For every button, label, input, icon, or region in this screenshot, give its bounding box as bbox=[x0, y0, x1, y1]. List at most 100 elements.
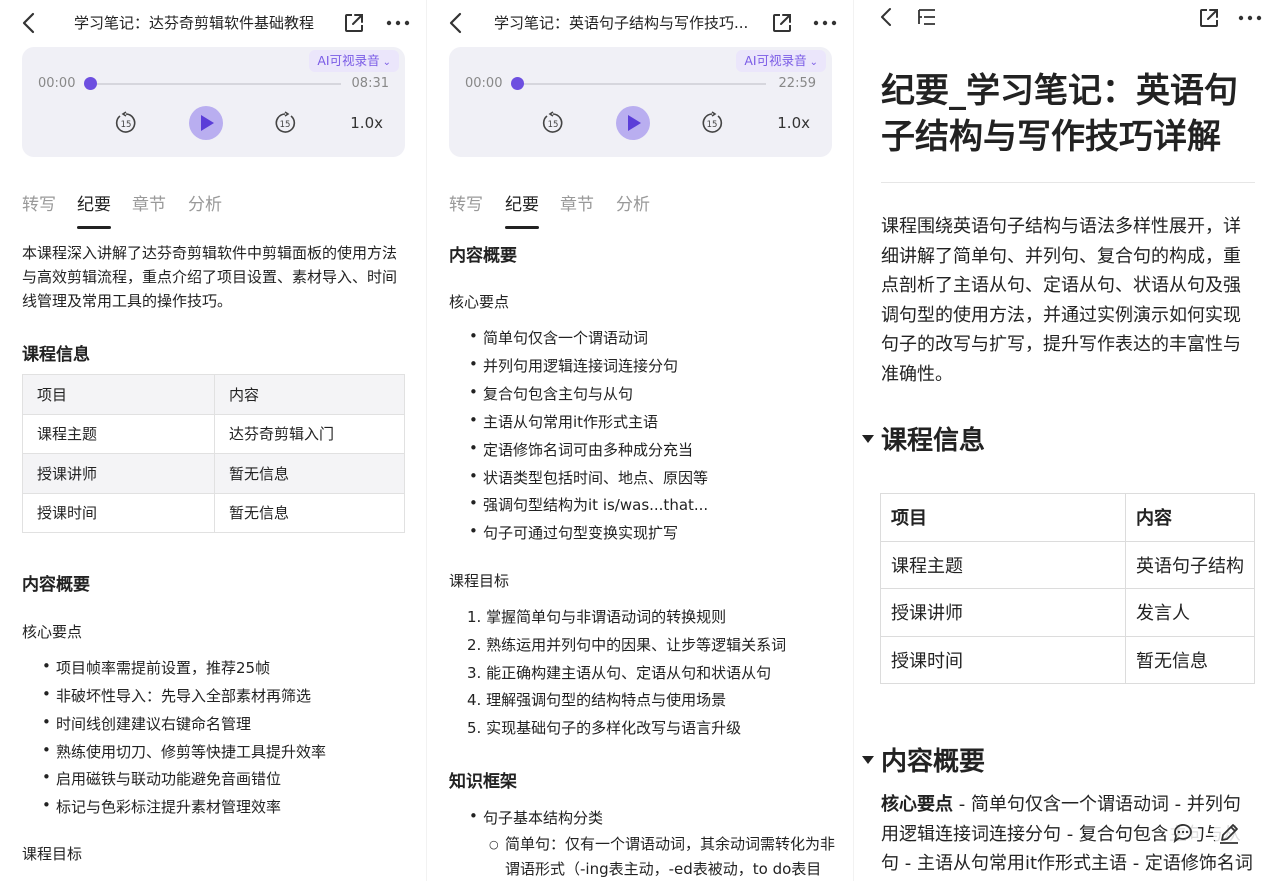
sub-list-item: 简单句：仅有一个谓语动词，其余动词需转化为非谓语形式（-ing表主动，-ed表被… bbox=[489, 832, 835, 881]
comment-icon[interactable] bbox=[1166, 816, 1200, 850]
tab-transcript[interactable]: 转写 bbox=[449, 190, 483, 215]
table-cell: 内容 bbox=[1125, 493, 1255, 542]
forward-15-icon[interactable]: 15 bbox=[700, 111, 724, 135]
list-item: 简单句仅含一个谓语动词 bbox=[469, 327, 648, 348]
tab-analysis[interactable]: 分析 bbox=[616, 190, 650, 215]
active-tab-indicator bbox=[505, 226, 539, 229]
tab-analysis[interactable]: 分析 bbox=[188, 190, 222, 215]
collapse-caret-icon[interactable] bbox=[862, 756, 874, 764]
course-info-heading: 课程信息 bbox=[881, 426, 986, 456]
list-item: 主语从句常用it作形式主语 bbox=[469, 411, 658, 432]
chevron-down-icon: ⌄ bbox=[382, 57, 391, 68]
play-icon bbox=[628, 115, 641, 131]
summary-text: 本课程深入讲解了达芬奇剪辑软件中剪辑面板的使用方法与高效剪辑流程，重点介绍了项目… bbox=[22, 244, 398, 310]
progress-knob[interactable] bbox=[511, 77, 524, 90]
collapse-caret-icon[interactable] bbox=[862, 435, 874, 443]
progress-track[interactable] bbox=[511, 77, 766, 90]
outline-icon[interactable] bbox=[916, 6, 938, 28]
back-icon[interactable] bbox=[20, 11, 36, 35]
list-item: 强调句型结构为it is/was...that... bbox=[469, 494, 708, 515]
page-title: 学习笔记：英语句子结构与写作技巧... bbox=[494, 14, 749, 32]
table-row: 项目 内容 bbox=[22, 374, 405, 415]
course-info-heading: 课程信息 bbox=[22, 345, 90, 365]
table-row: 项目 内容 bbox=[880, 493, 1255, 542]
progress-track[interactable] bbox=[84, 77, 341, 90]
ordered-list-item: 3. 能正确构建主语从句、定语从句和状语从句 bbox=[467, 664, 772, 682]
play-button[interactable] bbox=[189, 106, 223, 140]
table-cell: 授课讲师 bbox=[22, 453, 215, 494]
ai-visual-recording-tag[interactable]: AI可视录音 ⌄ bbox=[309, 50, 399, 72]
summary-paragraph: 本课程深入讲解了达芬奇剪辑软件中剪辑面板的使用方法与高效剪辑流程，重点介绍了项目… bbox=[22, 241, 406, 313]
framework-heading: 知识框架 bbox=[449, 772, 517, 792]
panel-course-notes-english: 学习笔记：英语句子结构与写作技巧... AI可视录音 ⌄ 00:00 22:59 … bbox=[426, 0, 853, 881]
table-cell: 项目 bbox=[880, 493, 1126, 542]
tab-transcript[interactable]: 转写 bbox=[22, 190, 56, 215]
table-row: 课程主题 达芬奇剪辑入门 bbox=[22, 413, 405, 454]
time-current: 00:00 bbox=[38, 76, 76, 91]
divider bbox=[881, 182, 1255, 183]
key-points-heading: 核心要点 bbox=[449, 293, 510, 311]
playback-speed[interactable]: 1.0x bbox=[777, 114, 810, 132]
forward-15-icon[interactable]: 15 bbox=[273, 111, 297, 135]
time-total: 22:59 bbox=[778, 76, 816, 91]
table-row: 授课讲师 发言人 bbox=[880, 588, 1255, 637]
list-item: 项目帧率需提前设置，推荐25帧 bbox=[42, 657, 270, 678]
table-cell: 暂无信息 bbox=[214, 453, 405, 494]
list-item: 状语类型包括时间、地点、原因等 bbox=[469, 467, 708, 488]
rewind-15-icon[interactable]: 15 bbox=[114, 111, 138, 135]
ai-visual-recording-tag[interactable]: AI可视录音 ⌄ bbox=[736, 50, 826, 72]
rewind-15-icon[interactable]: 15 bbox=[541, 111, 565, 135]
goal-text: 熟练运用并列句中的因果、让步等逻辑关系词 bbox=[486, 636, 787, 654]
audio-player: AI可视录音 ⌄ 00:00 22:59 15 15 1.0x bbox=[449, 47, 832, 157]
back-icon[interactable] bbox=[878, 6, 894, 28]
tab-chapters[interactable]: 章节 bbox=[132, 190, 166, 215]
overview-heading: 内容概要 bbox=[449, 246, 517, 266]
panel-course-notes-davinci: 学习笔记：达芬奇剪辑软件基础教程 AI可视录音 ⌄ 00:00 08:31 15 … bbox=[0, 0, 426, 881]
tab-summary[interactable]: 纪要 bbox=[505, 190, 539, 215]
key-points-label: 核心要点 bbox=[881, 794, 953, 815]
list-item: 非破坏性导入：先导入全部素材再筛选 bbox=[42, 685, 311, 706]
tab-chapters[interactable]: 章节 bbox=[560, 190, 594, 215]
table-cell: 发言人 bbox=[1125, 588, 1255, 637]
list-item: 句子可通过句型变换实现扩写 bbox=[469, 522, 678, 543]
list-item: 标记与色彩标注提升素材管理效率 bbox=[42, 796, 281, 817]
list-item: 启用磁铁与联动功能避免音画错位 bbox=[42, 768, 281, 789]
play-icon bbox=[201, 115, 214, 131]
goal-text: 掌握简单句与非谓语动词的转换规则 bbox=[486, 608, 727, 626]
tab-summary[interactable]: 纪要 bbox=[77, 190, 111, 215]
goal-text: 实现基础句子的多样化改写与语言升级 bbox=[486, 719, 742, 737]
table-row: 授课时间 暂无信息 bbox=[880, 635, 1255, 684]
table-row: 授课讲师 暂无信息 bbox=[22, 453, 405, 494]
svg-text:15: 15 bbox=[548, 120, 559, 130]
table-row: 课程主题 英语句子结构 bbox=[880, 540, 1255, 589]
progress-knob[interactable] bbox=[84, 77, 97, 90]
table-cell: 内容 bbox=[214, 374, 405, 415]
table-cell: 课程主题 bbox=[22, 413, 215, 454]
goal-text: 理解强调句型的结构特点与使用场景 bbox=[486, 691, 727, 709]
share-icon[interactable] bbox=[770, 11, 794, 35]
more-icon[interactable] bbox=[1237, 6, 1263, 30]
chevron-down-icon: ⌄ bbox=[809, 57, 818, 68]
goal-text: 能正确构建主语从句、定语从句和状语从句 bbox=[486, 664, 772, 682]
active-tab-indicator bbox=[77, 226, 111, 229]
list-item: 并列句用逻辑连接词连接分句 bbox=[469, 355, 678, 376]
top-bar: 学习笔记：达芬奇剪辑软件基础教程 bbox=[0, 0, 426, 46]
list-item: 熟练使用切刀、修剪等快捷工具提升效率 bbox=[42, 741, 326, 762]
time-total: 08:31 bbox=[351, 76, 389, 91]
ordered-list-item: 5. 实现基础句子的多样化改写与语言升级 bbox=[467, 719, 742, 737]
time-current: 00:00 bbox=[465, 76, 503, 91]
course-info-table: 项目 内容 课程主题 英语句子结构 授课讲师 发言人 授课时间 暂无信息 bbox=[880, 493, 1255, 686]
more-icon[interactable] bbox=[812, 11, 838, 35]
share-icon[interactable] bbox=[1197, 6, 1221, 30]
overview-heading: 内容概要 bbox=[22, 575, 90, 595]
edit-icon[interactable] bbox=[1212, 816, 1246, 850]
table-cell: 授课时间 bbox=[880, 635, 1126, 684]
list-item: 复合句包含主句与从句 bbox=[469, 383, 633, 404]
back-icon[interactable] bbox=[447, 11, 463, 35]
table-cell: 暂无信息 bbox=[214, 492, 405, 533]
playback-speed[interactable]: 1.0x bbox=[350, 114, 383, 132]
table-cell: 英语句子结构 bbox=[1125, 540, 1255, 589]
share-icon[interactable] bbox=[342, 11, 366, 35]
play-button[interactable] bbox=[616, 106, 650, 140]
more-icon[interactable] bbox=[385, 11, 411, 35]
